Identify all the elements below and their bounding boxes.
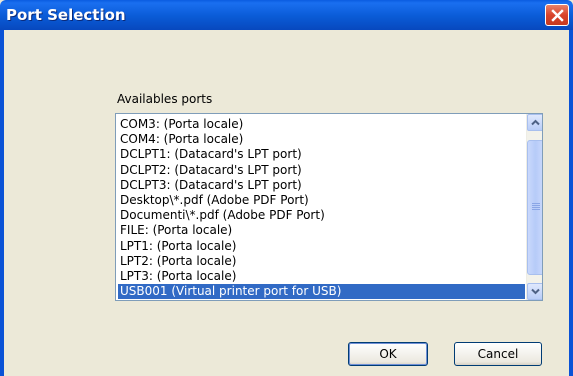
- port-list-item[interactable]: LPT3: (Porta locale): [118, 269, 525, 284]
- scrollbar-thumb[interactable]: [527, 140, 542, 275]
- port-list-item[interactable]: COM3: (Porta locale): [118, 117, 525, 132]
- chevron-down-icon: [531, 288, 540, 295]
- port-list-item[interactable]: DCLPT1: (Datacard's LPT port): [118, 147, 525, 162]
- thumb-grip-line: [532, 207, 540, 208]
- ports-list: COM3: (Porta locale) COM4: (Porta locale)…: [118, 117, 525, 300]
- cancel-button[interactable]: Cancel: [454, 342, 542, 366]
- port-list-item[interactable]: DCLPT3: (Datacard's LPT port): [118, 178, 525, 193]
- close-icon: [551, 9, 564, 22]
- window-title: Port Selection: [6, 6, 126, 24]
- port-list-item[interactable]: Documenti\*.pdf (Adobe PDF Port): [118, 208, 525, 223]
- port-list-item[interactable]: LPT2: (Porta locale): [118, 254, 525, 269]
- window-frame-right: [569, 30, 573, 376]
- scroll-down-button[interactable]: [527, 283, 542, 300]
- port-list-item[interactable]: LPT1: (Porta locale): [118, 239, 525, 254]
- chevron-up-icon: [531, 119, 540, 126]
- close-button[interactable]: [545, 4, 569, 26]
- port-list-item[interactable]: COM4: (Porta locale): [118, 132, 525, 147]
- scroll-up-button[interactable]: [527, 114, 542, 131]
- vertical-scrollbar[interactable]: [526, 114, 542, 300]
- thumb-grip-line: [532, 203, 540, 204]
- port-selection-dialog: Port Selection Availables ports COM3: (P…: [0, 0, 573, 376]
- ports-listbox[interactable]: COM3: (Porta locale) COM4: (Porta locale)…: [115, 113, 543, 301]
- port-list-item[interactable]: Desktop\*.pdf (Adobe PDF Port): [118, 193, 525, 208]
- port-list-item[interactable]: DCLPT2: (Datacard's LPT port): [118, 163, 525, 178]
- port-list-item[interactable]: USB001 (Virtual printer port for USB): [118, 284, 525, 300]
- ok-button[interactable]: OK: [348, 342, 428, 366]
- window-frame-left: [0, 30, 4, 376]
- title-bar[interactable]: Port Selection: [0, 0, 573, 30]
- available-ports-label: Availables ports: [117, 92, 213, 106]
- thumb-grip-line: [532, 209, 540, 210]
- port-list-item[interactable]: FILE: (Porta locale): [118, 223, 525, 238]
- thumb-grip-line: [532, 205, 540, 206]
